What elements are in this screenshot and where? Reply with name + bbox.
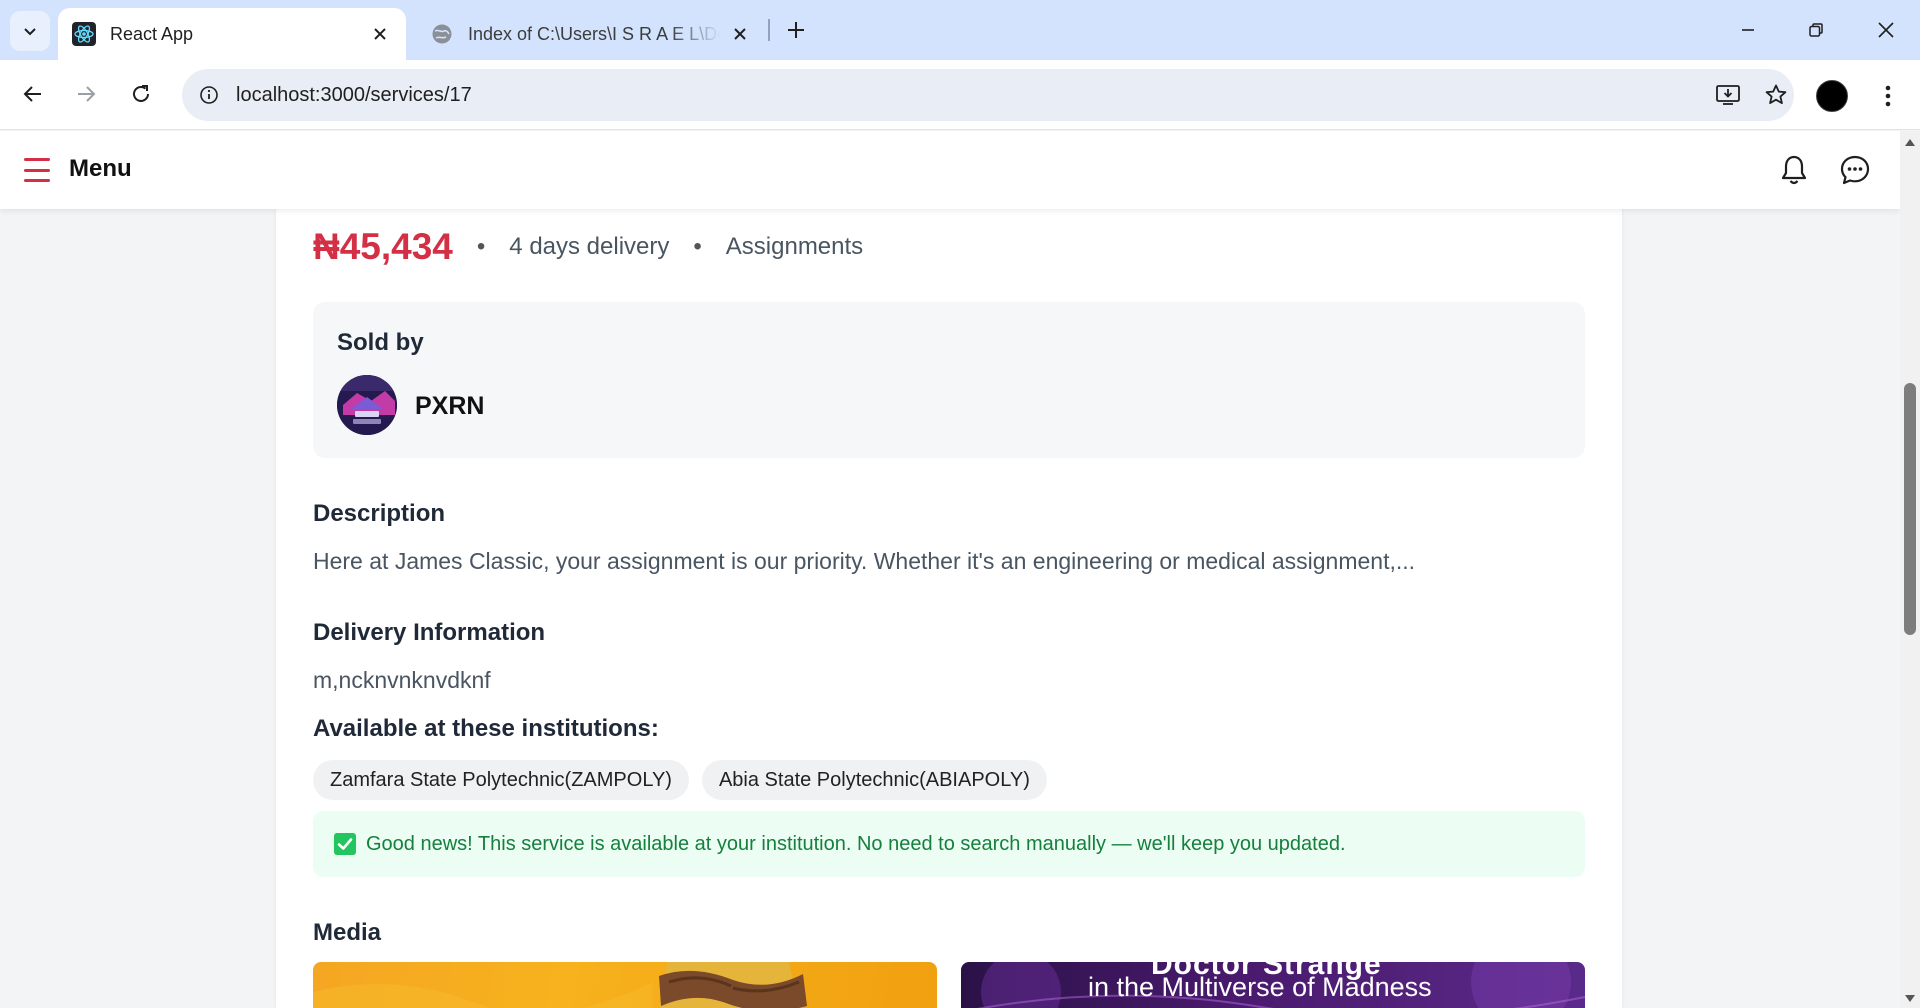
menu-label[interactable]: Menu bbox=[69, 155, 132, 183]
institution-chips: Zamfara State Polytechnic(ZAMPOLY) Abia … bbox=[313, 760, 1047, 800]
delivery-info-title: Delivery Information bbox=[313, 619, 546, 646]
page-viewport: Menu ₦45,434 • 4 days delivery • Assignm… bbox=[0, 131, 1900, 1008]
service-meta: ₦45,434 • 4 days delivery • Assignments bbox=[313, 223, 863, 271]
checkbox-checked-icon bbox=[334, 833, 356, 855]
close-icon bbox=[1878, 22, 1894, 38]
reload-icon bbox=[133, 85, 149, 102]
tab-index-of[interactable]: Index of C:\Users\I S R A E L\Desktop bbox=[416, 8, 766, 60]
bell-icon[interactable] bbox=[1776, 152, 1812, 188]
more-vert-icon bbox=[1885, 85, 1891, 107]
institution-chip[interactable]: Abia State Polytechnic(ABIAPOLY) bbox=[701, 760, 1047, 800]
globe-icon bbox=[430, 22, 454, 46]
media-image-person[interactable] bbox=[313, 962, 937, 1008]
availability-message: Good news! This service is available at … bbox=[366, 832, 1346, 855]
close-window-button[interactable] bbox=[1858, 8, 1914, 52]
url-text: localhost:3000/services/17 bbox=[236, 83, 472, 106]
scroll-down-arrow-icon[interactable] bbox=[1905, 995, 1915, 1002]
tab-title: React App bbox=[110, 23, 194, 44]
tab-separator bbox=[768, 19, 770, 41]
service-category: Assignments bbox=[725, 233, 864, 260]
tab-title: Index of C:\Users\I S R A E L\Desktop bbox=[468, 23, 720, 44]
forward-button[interactable] bbox=[66, 74, 106, 114]
seller-name[interactable]: PXRN bbox=[415, 392, 484, 421]
scroll-up-arrow-icon[interactable] bbox=[1905, 139, 1915, 146]
browser-tab-bar: React App Index of C:\Users\I S R A E L\… bbox=[0, 0, 1920, 60]
restore-button[interactable] bbox=[1788, 8, 1844, 52]
address-bar[interactable]: localhost:3000/services/17 bbox=[182, 69, 1794, 121]
arrow-right-icon bbox=[78, 86, 96, 102]
back-button[interactable] bbox=[13, 74, 53, 114]
tab-search-button[interactable] bbox=[10, 11, 50, 51]
institution-chip[interactable]: Zamfara State Polytechnic(ZAMPOLY) bbox=[313, 760, 689, 800]
browser-menu-button[interactable] bbox=[1870, 76, 1906, 116]
close-icon[interactable] bbox=[728, 22, 752, 46]
tab-react-app[interactable]: React App bbox=[58, 8, 406, 60]
seller-avatar[interactable] bbox=[337, 375, 397, 435]
minimize-button[interactable] bbox=[1720, 8, 1776, 52]
delivery-time: 4 days delivery bbox=[509, 233, 670, 260]
profile-avatar[interactable] bbox=[1816, 80, 1848, 112]
site-info-icon[interactable] bbox=[194, 80, 224, 110]
app-header: Menu bbox=[0, 131, 1900, 209]
restore-icon bbox=[1809, 23, 1823, 37]
media-movie-title: in the Multiverse of Madness bbox=[1088, 972, 1432, 1002]
bookmark-star-icon[interactable] bbox=[1758, 77, 1794, 113]
sold-by-label: Sold by bbox=[337, 329, 424, 356]
react-icon bbox=[72, 22, 96, 46]
install-app-icon[interactable] bbox=[1710, 77, 1746, 113]
chevron-down-icon bbox=[24, 28, 36, 36]
media-title: Media bbox=[313, 919, 382, 946]
media-image-movie[interactable]: Doctor Strange in the Multiverse of Madn… bbox=[961, 962, 1585, 1008]
close-icon[interactable] bbox=[368, 22, 392, 46]
reload-button[interactable] bbox=[121, 74, 161, 114]
page-scrollbar[interactable] bbox=[1900, 131, 1920, 1008]
availability-notice: Good news! This service is available at … bbox=[313, 811, 1585, 877]
arrow-left-icon bbox=[23, 86, 41, 102]
service-price: ₦45,434 bbox=[313, 226, 453, 267]
description-text: Here at James Classic, your assignment i… bbox=[313, 548, 1416, 574]
seller-box: Sold by PXRN bbox=[313, 302, 1585, 458]
meta-separator: • bbox=[693, 233, 702, 260]
minimize-icon bbox=[1742, 29, 1754, 31]
hamburger-icon[interactable] bbox=[24, 158, 50, 182]
description-title: Description bbox=[313, 500, 446, 527]
delivery-info-text: m,ncknvnknvdknf bbox=[313, 667, 491, 693]
chat-icon[interactable] bbox=[1837, 152, 1873, 188]
new-tab-button[interactable] bbox=[778, 12, 814, 48]
scrollbar-thumb[interactable] bbox=[1904, 383, 1916, 635]
plus-icon bbox=[788, 22, 804, 38]
institutions-title: Available at these institutions: bbox=[313, 715, 659, 742]
browser-toolbar: localhost:3000/services/17 bbox=[0, 60, 1920, 130]
service-detail-card: ₦45,434 • 4 days delivery • Assignments … bbox=[276, 131, 1622, 1008]
meta-separator: • bbox=[476, 233, 486, 260]
